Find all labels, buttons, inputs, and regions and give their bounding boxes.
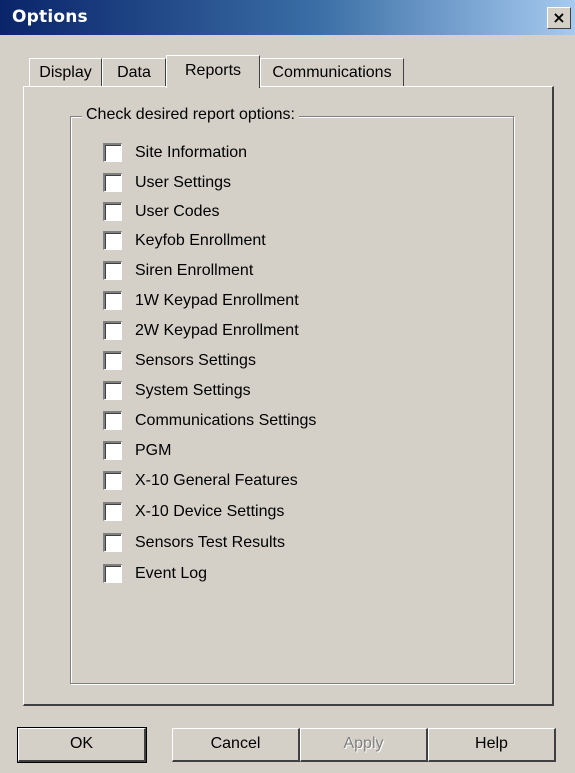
close-icon: ×	[552, 8, 566, 27]
report-options-group-label: Check desired report options:	[82, 104, 299, 126]
tab-data[interactable]: Data	[102, 58, 166, 86]
pgm-label: PGM	[135, 442, 172, 459]
sensors-test-results-checkbox[interactable]	[103, 533, 122, 552]
2w-keypad-enrollment-checkbox[interactable]	[103, 321, 122, 340]
user-settings-checkbox[interactable]	[103, 173, 122, 192]
site-information-checkbox[interactable]	[103, 143, 122, 162]
user-codes-checkbox[interactable]	[103, 202, 122, 221]
siren-enrollment-checkbox[interactable]	[103, 261, 122, 280]
x10-device-settings-checkbox[interactable]	[103, 502, 122, 521]
tab-reports-label: Reports	[184, 62, 242, 79]
help-button[interactable]: Help	[428, 728, 556, 762]
1w-keypad-enrollment-label: 1W Keypad Enrollment	[135, 292, 299, 309]
ok-button[interactable]: OK	[17, 727, 147, 763]
tab-reports[interactable]: Reports	[166, 55, 260, 88]
system-settings-checkbox[interactable]	[103, 381, 122, 400]
x10-general-features-label: X-10 General Features	[135, 472, 298, 489]
sensors-settings-checkbox[interactable]	[103, 351, 122, 370]
event-log-checkbox[interactable]	[103, 564, 122, 583]
apply-button-label: Apply	[343, 735, 384, 752]
close-button[interactable]: ×	[547, 7, 571, 29]
cancel-button[interactable]: Cancel	[172, 728, 300, 762]
keyfob-enrollment-label: Keyfob Enrollment	[135, 232, 266, 249]
tab-data-label: Data	[117, 64, 151, 81]
apply-button[interactable]: Apply	[300, 728, 428, 762]
siren-enrollment-label: Siren Enrollment	[135, 262, 254, 279]
pgm-checkbox[interactable]	[103, 441, 122, 460]
options-dialog: Options × Display Data Reports Communica…	[0, 0, 575, 773]
user-codes-label: User Codes	[135, 203, 220, 220]
x10-device-settings-label: X-10 Device Settings	[135, 503, 285, 520]
tab-communications[interactable]: Communications	[260, 58, 404, 86]
keyfob-enrollment-checkbox[interactable]	[103, 231, 122, 250]
cancel-button-label: Cancel	[210, 735, 261, 752]
title-bar[interactable]: Options ×	[0, 0, 575, 35]
1w-keypad-enrollment-checkbox[interactable]	[103, 291, 122, 310]
sensors-test-results-label: Sensors Test Results	[135, 534, 285, 551]
tab-communications-label: Communications	[272, 64, 392, 81]
x10-general-features-checkbox[interactable]	[103, 471, 122, 490]
ok-button-label: OK	[69, 735, 94, 752]
tab-display-label: Display	[39, 64, 92, 81]
system-settings-label: System Settings	[135, 382, 251, 399]
communications-settings-label: Communications Settings	[135, 412, 317, 429]
help-button-label: Help	[475, 735, 508, 752]
user-settings-label: User Settings	[135, 174, 232, 191]
2w-keypad-enrollment-label: 2W Keypad Enrollment	[135, 322, 299, 339]
communications-settings-checkbox[interactable]	[103, 411, 122, 430]
site-information-label: Site Information	[135, 144, 248, 161]
event-log-label: Event Log	[135, 565, 208, 582]
sensors-settings-label: Sensors Settings	[135, 352, 256, 369]
tab-display[interactable]: Display	[29, 58, 102, 86]
window-title: Options	[12, 7, 88, 27]
